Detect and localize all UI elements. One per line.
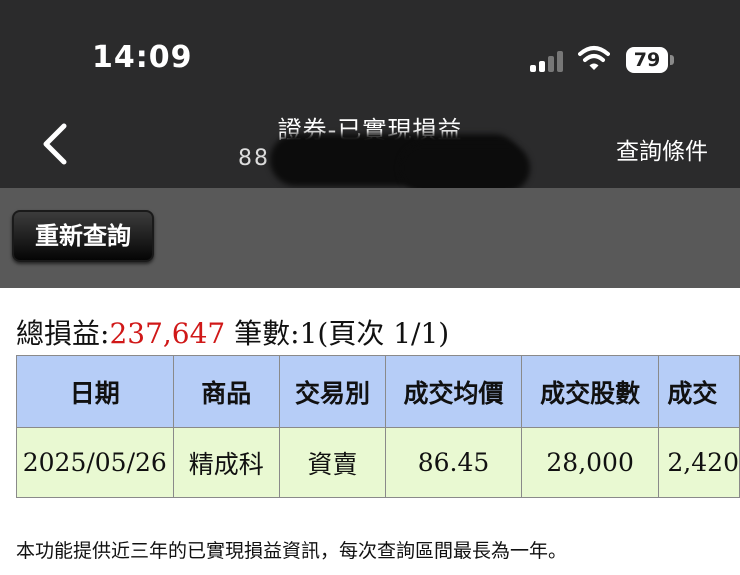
column-header-trade-type: 交易別 xyxy=(278,355,387,428)
cell-amount: 2,420 xyxy=(658,427,740,498)
requery-button[interactable]: 重新查詢 xyxy=(12,210,154,262)
pl-summary: 總損益:237,647 筆數:1(頁次 1/1) xyxy=(16,312,449,352)
column-header-avg-price: 成交均價 xyxy=(385,355,522,428)
column-header-date: 日期 xyxy=(16,355,174,428)
battery-icon: 79 xyxy=(626,47,668,73)
status-bar: 14:09 79 xyxy=(0,0,740,100)
column-header-product: 商品 xyxy=(172,355,280,428)
status-time: 14:09 xyxy=(92,40,193,75)
footer-note: 本功能提供近三年的已實現損益資訊，每次查詢區間最長為一年。 xyxy=(16,540,568,562)
cellular-signal-icon xyxy=(530,50,566,72)
total-pl-label: 總損益: xyxy=(16,317,110,350)
column-header-amount: 成交 xyxy=(658,355,740,428)
record-count-label: 筆數: xyxy=(234,317,300,350)
realized-pl-table: 日期 商品 交易別 成交均價 成交股數 成交 2025/05/26 精成科 資賣… xyxy=(16,355,740,498)
nav-bar: 證券-已實現損益 88 ****4 查詢條件 xyxy=(0,100,740,192)
query-conditions-button[interactable]: 查詢條件 xyxy=(616,132,708,166)
total-pl-value: 237,647 xyxy=(109,317,226,350)
redaction-scribble xyxy=(400,144,530,192)
cell-product-link[interactable]: 精成科 xyxy=(172,427,280,498)
table-header-row: 日期 商品 交易別 成交均價 成交股數 成交 xyxy=(16,355,740,428)
column-header-shares: 成交股數 xyxy=(520,355,660,428)
toolbar: 重新查詢 xyxy=(0,188,740,288)
cell-date: 2025/05/26 xyxy=(16,427,174,498)
cell-trade-type: 資賣 xyxy=(278,427,387,498)
cell-shares: 28,000 xyxy=(520,427,660,498)
record-count-value: 1(頁次 1/1) xyxy=(299,317,450,350)
table-row: 2025/05/26 精成科 資賣 86.45 28,000 2,420 xyxy=(16,427,740,498)
battery-tip xyxy=(670,55,674,65)
cell-avg-price: 86.45 xyxy=(385,427,522,498)
wifi-icon xyxy=(578,46,610,70)
